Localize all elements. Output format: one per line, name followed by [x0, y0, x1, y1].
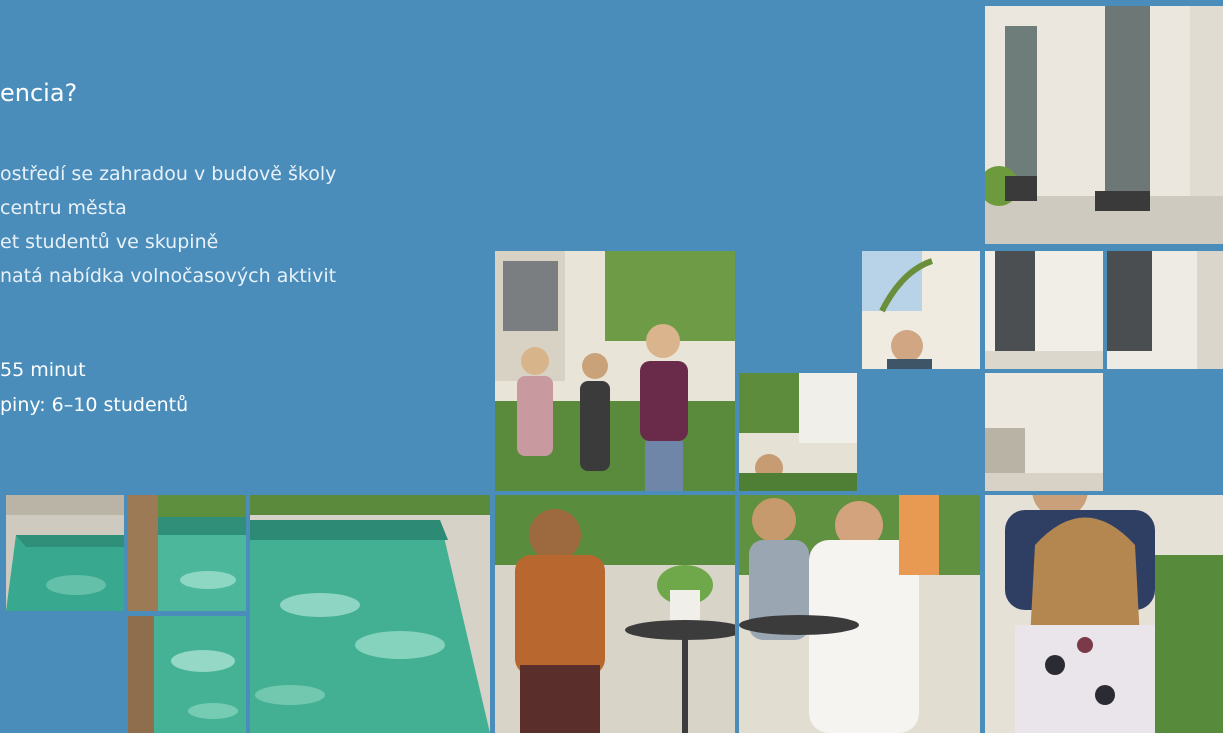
section-heading: encia?	[0, 79, 78, 107]
feature-item: ostředí se zahradou v budově školy	[0, 163, 337, 185]
group-size: piny: 6–10 studentů	[0, 394, 189, 416]
lesson-length: 55 minut	[0, 359, 86, 381]
cafe-photo-tile	[985, 495, 1223, 733]
pool-photo-tile	[128, 495, 246, 611]
students-photo-tile	[862, 251, 980, 369]
building-photo-tile	[985, 373, 1103, 491]
cafe-photo-tile	[739, 495, 980, 733]
building-photo-tile	[985, 251, 1103, 369]
pool-photo-tile	[250, 495, 490, 733]
feature-item: natá nabídka volnočasových aktivit	[0, 265, 337, 287]
students-photo-tile	[495, 251, 735, 491]
building-photo-tile	[1107, 251, 1223, 369]
feature-item: et studentů ve skupině	[0, 231, 219, 253]
feature-item: centru města	[0, 197, 127, 219]
students-photo-tile	[739, 373, 857, 491]
building-photo-tile	[985, 6, 1223, 244]
pool-photo-tile	[128, 616, 246, 733]
cafe-photo-tile	[495, 495, 735, 733]
pool-photo-tile	[6, 495, 124, 611]
